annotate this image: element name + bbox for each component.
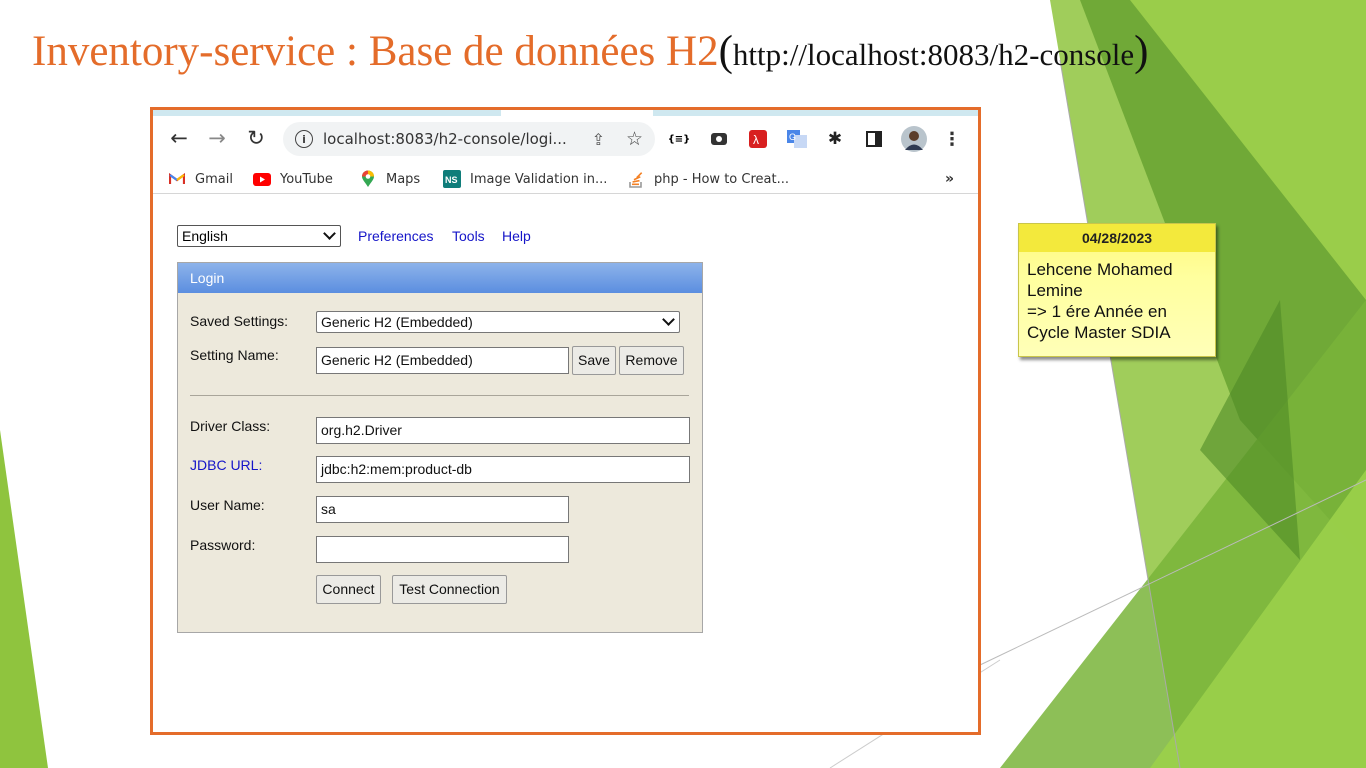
address-bar[interactable]: i localhost:8083/h2-console/logi... ⇪ ☆: [283, 122, 655, 156]
slide-title-paren-open: (: [718, 28, 733, 75]
setting-name-input[interactable]: Generic H2 (Embedded): [316, 347, 569, 374]
slide-title-main: Inventory-service : Base de données H2: [32, 28, 719, 75]
browser-toolbar: ← → ↻ i localhost:8083/h2-console/logi..…: [153, 116, 978, 160]
user-name-input[interactable]: sa: [316, 496, 569, 523]
saved-settings-label: Saved Settings:: [190, 313, 289, 329]
test-connection-button[interactable]: Test Connection: [392, 575, 507, 604]
translate-icon[interactable]: G: [787, 129, 807, 149]
setting-name-label: Setting Name:: [190, 347, 279, 363]
json-viewer-icon[interactable]: {≡}: [668, 129, 691, 149]
browser-screenshot-frame: ← → ↻ i localhost:8083/h2-console/logi..…: [150, 107, 981, 735]
bookmark-youtube[interactable]: YouTube: [253, 170, 333, 188]
bookmark-image-validation[interactable]: NS Image Validation in...: [443, 170, 607, 188]
language-value: English: [182, 228, 228, 244]
note-date: 04/28/2023: [1019, 224, 1215, 252]
address-text: localhost:8083/h2-console/logi...: [323, 130, 567, 148]
h2-console-page: English Preferences Tools Help Login Sav…: [153, 195, 978, 732]
password-label: Password:: [190, 537, 256, 553]
note-text: Lehcene Mohamed Lemine => 1 ére Année en…: [1027, 260, 1173, 342]
chevron-down-icon: [323, 227, 336, 240]
bookmark-label: Maps: [386, 171, 421, 187]
profile-avatar-icon[interactable]: [901, 126, 927, 152]
divider: [190, 395, 689, 396]
screen-capture-icon[interactable]: [709, 129, 729, 149]
bookmark-label: YouTube: [280, 171, 333, 187]
save-button[interactable]: Save: [572, 346, 616, 375]
bookmark-label: Gmail: [195, 171, 233, 187]
help-link[interactable]: Help: [502, 228, 531, 244]
bookmarks-overflow-chevron[interactable]: »: [945, 170, 954, 188]
gmail-icon: [168, 171, 186, 187]
language-select[interactable]: English: [177, 225, 341, 247]
preferences-link[interactable]: Preferences: [358, 228, 433, 244]
youtube-icon: [253, 171, 271, 187]
maps-icon: [359, 170, 377, 187]
sticky-note: 04/28/2023 Lehcene Mohamed Lemine => 1 é…: [1018, 223, 1216, 357]
saved-settings-select[interactable]: Generic H2 (Embedded): [316, 311, 680, 333]
svg-text:NS: NS: [445, 175, 458, 185]
slide-title-url: http://localhost:8083/h2-console: [732, 37, 1135, 72]
site-info-icon[interactable]: i: [295, 130, 313, 148]
share-icon[interactable]: ⇪: [592, 130, 605, 149]
driver-class-label: Driver Class:: [190, 418, 271, 434]
stackoverflow-icon: [627, 171, 645, 188]
side-panel-icon[interactable]: [864, 129, 884, 149]
pdf-icon[interactable]: λ: [748, 129, 768, 149]
slide-title: Inventory-service : Base de données H2(h…: [32, 24, 1148, 83]
user-name-label: User Name:: [190, 497, 265, 513]
browser-menu-icon[interactable]: ⋮: [942, 129, 962, 150]
svg-text:λ: λ: [753, 133, 759, 147]
tools-link[interactable]: Tools: [452, 228, 485, 244]
driver-class-input[interactable]: org.h2.Driver: [316, 417, 690, 444]
forward-arrow-icon[interactable]: →: [204, 125, 230, 151]
login-panel-title: Login: [178, 263, 702, 293]
password-input[interactable]: [316, 536, 569, 563]
bookmark-gmail[interactable]: Gmail: [168, 170, 233, 188]
bookmark-label: Image Validation in...: [470, 171, 608, 187]
bookmarks-bar: Gmail YouTube Maps NS Image Validation i…: [153, 162, 978, 194]
bookmark-label: php - How to Creat...: [654, 171, 789, 187]
bookmark-php[interactable]: php - How to Creat...: [627, 170, 789, 188]
back-arrow-icon[interactable]: ←: [166, 125, 192, 151]
connect-button[interactable]: Connect: [316, 575, 381, 604]
jdbc-url-label[interactable]: JDBC URL:: [190, 457, 262, 473]
login-panel: Login Saved Settings: Generic H2 (Embedd…: [177, 262, 703, 633]
saved-settings-value: Generic H2 (Embedded): [321, 314, 473, 330]
svg-text:G: G: [789, 132, 796, 142]
ns-icon: NS: [443, 170, 461, 188]
slide-title-paren-close: ): [1134, 28, 1149, 75]
bookmark-maps[interactable]: Maps: [359, 170, 420, 188]
bookmark-star-icon[interactable]: ☆: [626, 128, 643, 150]
jdbc-url-input[interactable]: jdbc:h2:mem:product-db: [316, 456, 690, 483]
chevron-down-icon: [662, 313, 675, 326]
remove-button[interactable]: Remove: [619, 346, 684, 375]
reload-icon[interactable]: ↻: [243, 125, 269, 151]
extensions-puzzle-icon[interactable]: ✱: [825, 129, 845, 149]
